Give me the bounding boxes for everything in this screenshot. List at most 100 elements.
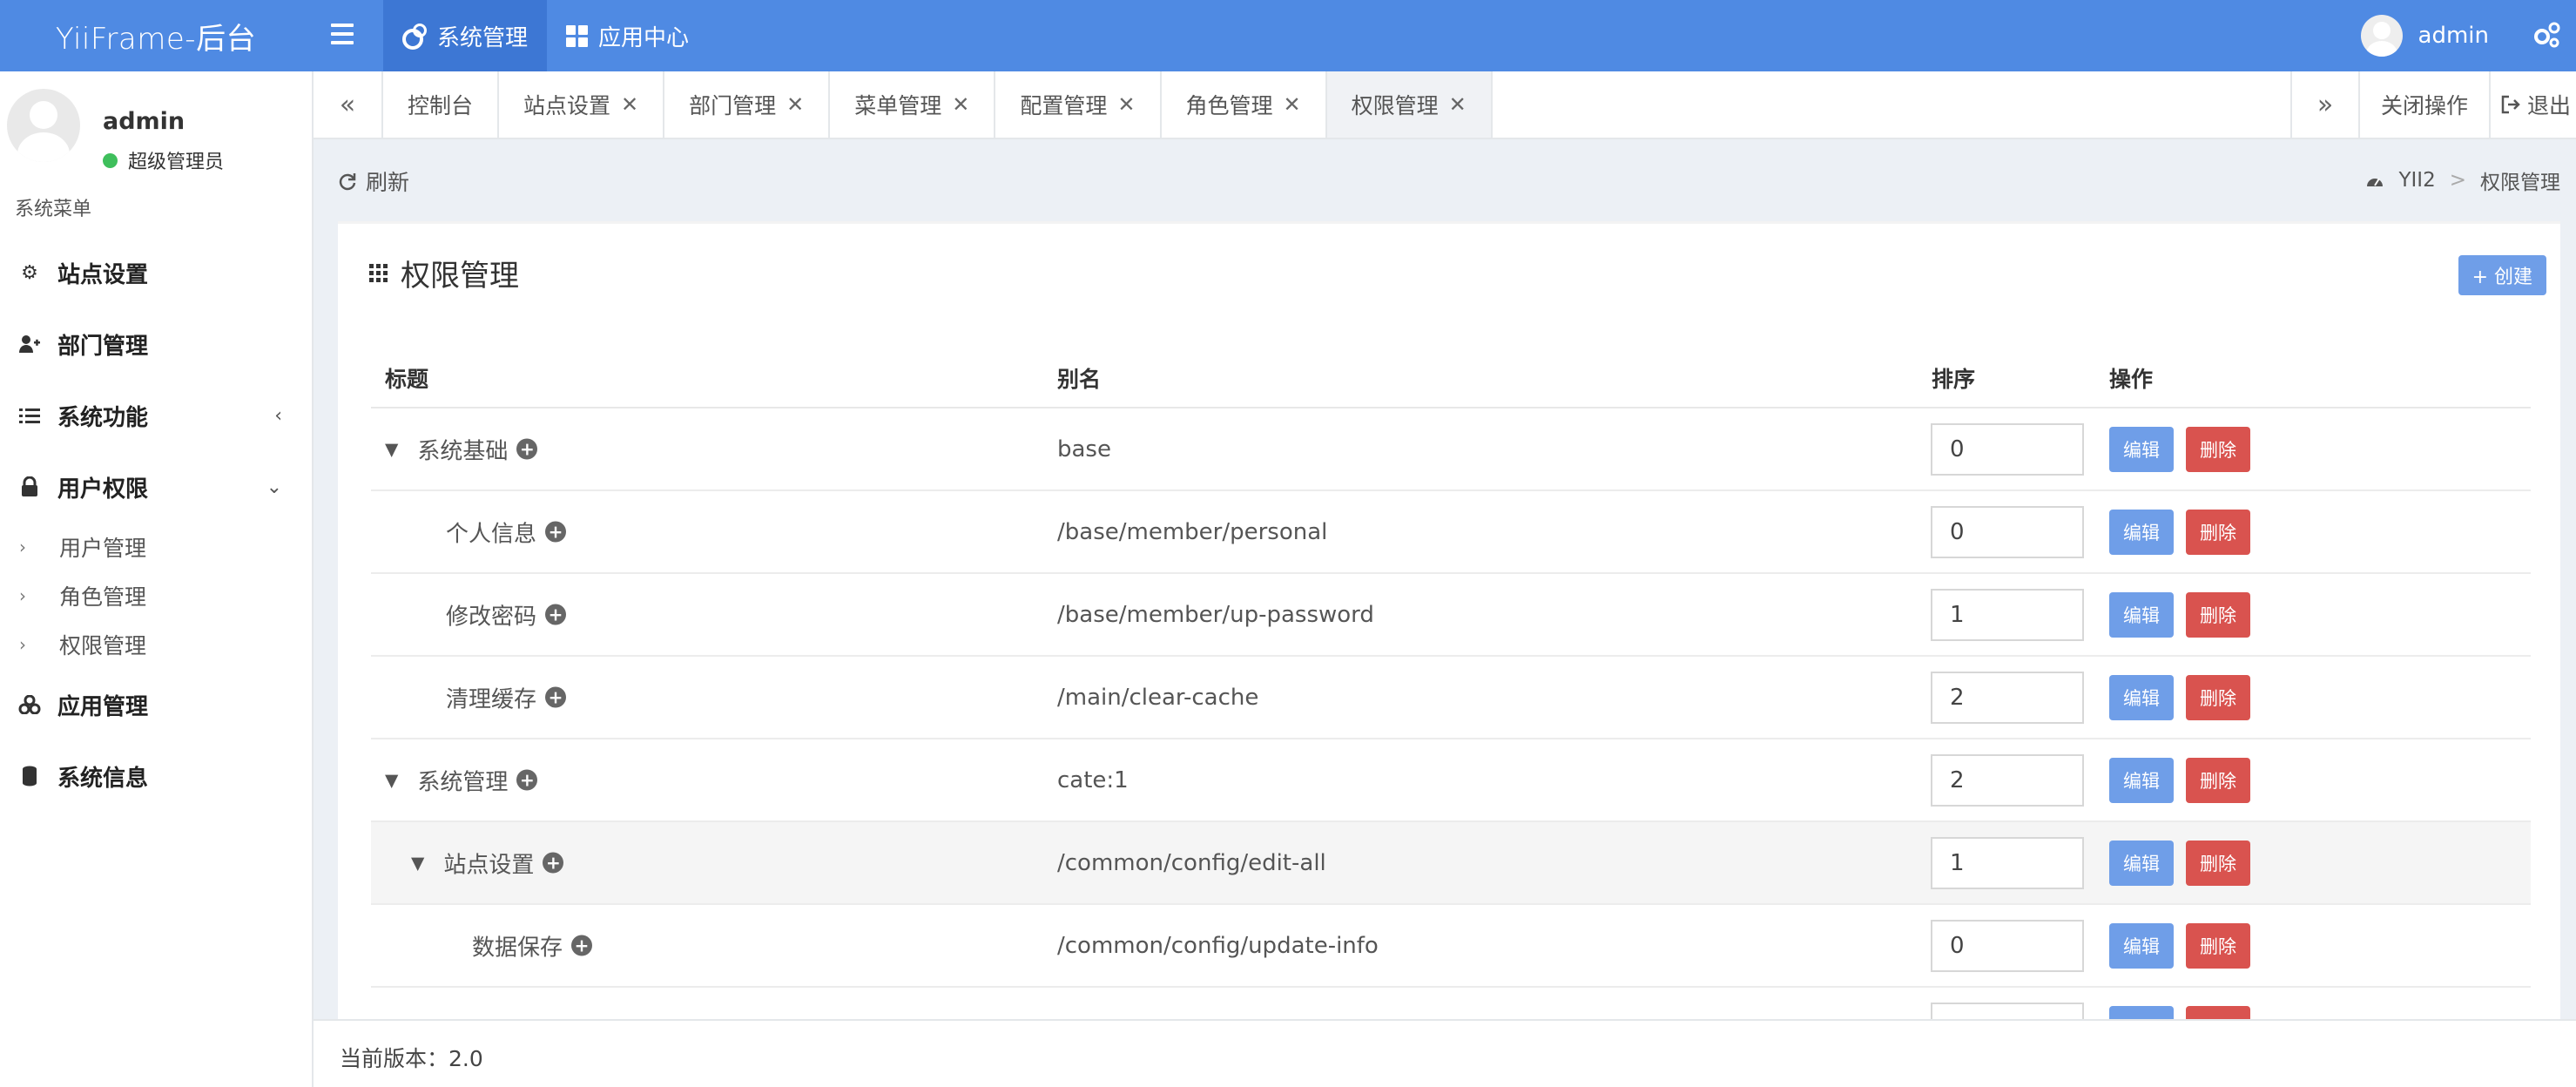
sidebar-item-user-permissions[interactable]: 用户权限 ⌄ bbox=[0, 451, 312, 523]
tab-department[interactable]: 部门管理 ✕ bbox=[664, 71, 831, 138]
edit-button[interactable]: 编辑 bbox=[2109, 1005, 2174, 1019]
close-icon[interactable]: ✕ bbox=[1117, 92, 1135, 117]
add-child-icon[interactable]: + bbox=[516, 438, 538, 460]
edit-button[interactable]: 编辑 bbox=[2109, 591, 2174, 638]
refresh-button[interactable]: 刷新 bbox=[338, 165, 409, 197]
column-header-actions: 操作 bbox=[2109, 367, 2154, 392]
expand-triangle-icon[interactable]: ▼ bbox=[385, 439, 398, 460]
close-operations-button[interactable]: 关闭操作 bbox=[2360, 71, 2491, 138]
edit-button[interactable]: 编辑 bbox=[2109, 509, 2174, 555]
sidebar: admin 超级管理员 系统菜单 ⚙ 站点设置 部门管理 系统功能 ‹ 用户权限… bbox=[0, 71, 314, 1087]
sidebar-item-site-settings[interactable]: ⚙ 站点设置 bbox=[0, 237, 312, 308]
delete-button[interactable]: 删除 bbox=[2186, 840, 2250, 886]
close-icon[interactable]: ✕ bbox=[1284, 92, 1301, 117]
delete-button[interactable]: 删除 bbox=[2186, 426, 2250, 472]
gears-icon[interactable] bbox=[2531, 19, 2562, 51]
topnav-label: 应用中心 bbox=[598, 24, 690, 51]
sort-input[interactable] bbox=[1931, 588, 2084, 641]
sidebar-subitem-user-management[interactable]: › 用户管理 bbox=[0, 523, 312, 571]
tab-permissions[interactable]: 权限管理 ✕ bbox=[1326, 71, 1493, 138]
add-child-icon[interactable]: + bbox=[543, 852, 564, 874]
hamburger-menu-icon[interactable] bbox=[331, 17, 366, 51]
username: admin bbox=[2418, 23, 2489, 49]
page-title: 权限管理 bbox=[369, 252, 519, 294]
row-title: 个人信息 bbox=[446, 521, 537, 547]
column-header-alias: 别名 bbox=[1057, 367, 1102, 392]
table-row: 编辑删除 bbox=[371, 988, 2531, 1019]
tab-label: 站点设置 bbox=[523, 93, 611, 118]
user-role: 超级管理员 bbox=[103, 146, 224, 174]
edit-button[interactable]: 编辑 bbox=[2109, 426, 2174, 472]
sort-input[interactable] bbox=[1931, 505, 2084, 558]
add-child-icon[interactable]: + bbox=[545, 686, 567, 708]
sort-input[interactable] bbox=[1931, 422, 2084, 476]
permissions-table: 标题 别名 排序 操作 ▼系统基础+base编辑删除个人信息+/base/mem… bbox=[371, 349, 2531, 1019]
row-title: 系统管理 bbox=[417, 769, 509, 795]
breadcrumb-home[interactable]: YII2 bbox=[2398, 169, 2435, 192]
row-alias: base bbox=[1057, 435, 1111, 462]
add-child-icon[interactable]: + bbox=[516, 769, 538, 791]
add-child-icon[interactable]: + bbox=[545, 521, 567, 543]
close-icon[interactable]: ✕ bbox=[786, 92, 804, 117]
tab-scroll-right-button[interactable]: » bbox=[2290, 71, 2360, 138]
tab-config[interactable]: 配置管理 ✕ bbox=[995, 71, 1162, 138]
delete-button[interactable]: 删除 bbox=[2186, 1005, 2250, 1019]
add-child-icon[interactable]: + bbox=[571, 935, 593, 956]
table-row: 数据保存 + /common/config/update-info 编辑删除 bbox=[371, 905, 2531, 988]
top-header: YiiFrame-后台 系统管理 应用中心 admin bbox=[0, 0, 2576, 71]
close-icon[interactable]: ✕ bbox=[621, 92, 638, 117]
tab-dashboard[interactable]: 控制台 bbox=[383, 71, 500, 138]
tab-label: 控制台 bbox=[408, 93, 474, 118]
sidebar-item-app-management[interactable]: 应用管理 bbox=[0, 669, 312, 740]
row-title: 系统基础 bbox=[417, 438, 509, 464]
row-title-cell: ▼ 系统管理 + bbox=[385, 764, 538, 796]
sidebar-subitem-permission-management[interactable]: › 权限管理 bbox=[0, 620, 312, 669]
sidebar-item-system-functions[interactable]: 系统功能 ‹ bbox=[0, 380, 312, 451]
column-header-title: 标题 bbox=[385, 367, 429, 392]
edit-button[interactable]: 编辑 bbox=[2109, 674, 2174, 720]
row-alias: /main/clear-cache bbox=[1057, 684, 1259, 711]
sort-input[interactable] bbox=[1931, 1002, 2084, 1019]
sort-input[interactable] bbox=[1931, 753, 2084, 807]
tab-bar: « 控制台 站点设置 ✕ 部门管理 ✕ 菜单管理 ✕ 配置管理 ✕ 角色管理 ✕… bbox=[314, 71, 2576, 139]
edit-button[interactable]: 编辑 bbox=[2109, 840, 2174, 886]
create-button[interactable]: + 创建 bbox=[2458, 255, 2546, 295]
sort-input[interactable] bbox=[1931, 671, 2084, 724]
cubes-icon bbox=[17, 695, 42, 714]
tab-menu[interactable]: 菜单管理 ✕ bbox=[830, 71, 996, 138]
delete-button[interactable]: 删除 bbox=[2186, 591, 2250, 638]
tab-label: 部门管理 bbox=[689, 93, 777, 118]
tab-label: 菜单管理 bbox=[854, 93, 942, 118]
sidebar-item-system-info[interactable]: 系统信息 bbox=[0, 740, 312, 812]
database-icon bbox=[17, 766, 42, 787]
close-icon[interactable]: ✕ bbox=[1449, 92, 1467, 117]
sidebar-subitem-label: 权限管理 bbox=[59, 633, 147, 658]
add-child-icon[interactable]: + bbox=[545, 604, 567, 625]
tab-roles[interactable]: 角色管理 ✕ bbox=[1162, 71, 1327, 138]
sidebar-item-department[interactable]: 部门管理 bbox=[0, 308, 312, 380]
close-icon[interactable]: ✕ bbox=[952, 92, 969, 117]
delete-button[interactable]: 删除 bbox=[2186, 509, 2250, 555]
edit-button[interactable]: 编辑 bbox=[2109, 757, 2174, 803]
expand-triangle-icon[interactable]: ▼ bbox=[411, 853, 424, 874]
sort-input[interactable] bbox=[1931, 836, 2084, 889]
sidebar-subitem-role-management[interactable]: › 角色管理 bbox=[0, 571, 312, 620]
expand-triangle-icon[interactable]: ▼ bbox=[385, 770, 398, 791]
app-logo[interactable]: YiiFrame-后台 bbox=[0, 0, 312, 71]
breadcrumb: YII2 > 权限管理 bbox=[2365, 165, 2560, 195]
delete-button[interactable]: 删除 bbox=[2186, 922, 2250, 969]
tab-scroll-left-button[interactable]: « bbox=[314, 71, 383, 138]
delete-button[interactable]: 删除 bbox=[2186, 757, 2250, 803]
tab-site-settings[interactable]: 站点设置 ✕ bbox=[499, 71, 665, 138]
edit-button[interactable]: 编辑 bbox=[2109, 922, 2174, 969]
logout-button[interactable]: 退出 bbox=[2491, 71, 2576, 138]
delete-button[interactable]: 删除 bbox=[2186, 674, 2250, 720]
user-dropdown[interactable]: admin bbox=[2360, 0, 2489, 71]
sidebar-item-label: 站点设置 bbox=[57, 261, 149, 288]
grid-icon bbox=[369, 263, 388, 282]
topnav-system-management[interactable]: 系统管理 bbox=[383, 0, 548, 71]
sidebar-menu: ⚙ 站点设置 部门管理 系统功能 ‹ 用户权限 ⌄ › 用户管理 › 角色管理 … bbox=[0, 237, 312, 812]
sort-input[interactable] bbox=[1931, 919, 2084, 972]
topnav-app-center[interactable]: 应用中心 bbox=[547, 0, 708, 71]
version-text: 当前版本：2.0 bbox=[340, 1046, 483, 1071]
